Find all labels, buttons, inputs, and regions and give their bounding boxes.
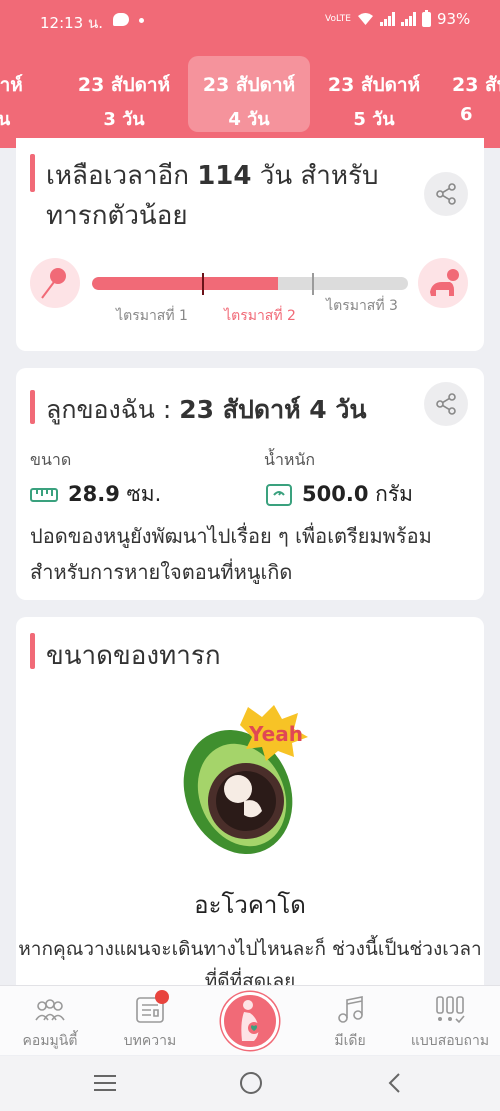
- avocado-illustration: Yeah: [183, 705, 308, 855]
- fruit-name: อะโวคาโด: [194, 891, 306, 919]
- week-tab[interactable]: 23 สัปดาห์ 3 วัน: [63, 56, 185, 132]
- share-icon: [436, 393, 456, 415]
- baby-crawling-icon: [418, 258, 468, 308]
- week-tab-day: 5 วัน: [353, 109, 395, 130]
- weight-measure: 500.0 กรัม: [266, 478, 413, 511]
- status-time: 12:13 น.: [40, 14, 104, 32]
- week-tab[interactable]: ปดาห์ วัน: [0, 56, 60, 132]
- week-tab-week: 23 สัป: [452, 74, 500, 96]
- week-tab-week: ปดาห์: [0, 74, 23, 96]
- countdown-card: เหลือเวลาอีก 114 วัน สำหรับทารกตัวน้อย ไ…: [16, 138, 484, 351]
- system-navigation-bar: [0, 1056, 500, 1111]
- conception-icon: [30, 258, 80, 308]
- size-measure: 28.9 ซม.: [30, 478, 161, 511]
- my-baby-title: ลูกของฉัน : 23 สัปดาห์ 4 วัน: [46, 390, 367, 430]
- countdown-title: เหลือเวลาอีก 114 วัน สำหรับทารกตัวน้อย: [46, 156, 416, 236]
- trimester-3-label: ไตรมาสที่ 3: [326, 298, 398, 314]
- my-baby-title-age: 23 สัปดาห์ 4 วัน: [179, 395, 367, 424]
- nav-community-label: คอมมูนิตี้: [22, 1033, 78, 1049]
- signal-icon-2: [400, 12, 416, 26]
- my-baby-title-prefix: ลูกของฉัน :: [46, 395, 172, 424]
- week-tab-week: 23 สัปดาห์: [77, 74, 171, 96]
- article-icon: [133, 990, 169, 1026]
- nav-community[interactable]: คอมมูนิตี้: [0, 994, 100, 1052]
- back-icon[interactable]: [382, 1070, 408, 1096]
- week-tab-active[interactable]: 23 สัปดาห์ 4 วัน: [188, 56, 310, 132]
- chat-notification-icon: [113, 13, 129, 26]
- nav-media-label: มีเดีย: [334, 1033, 366, 1049]
- music-note-icon: [333, 994, 367, 1026]
- trimester-marker-current: [202, 273, 204, 295]
- nav-survey[interactable]: แบบสอบถาม: [400, 994, 500, 1052]
- nav-survey-label: แบบสอบถาม: [410, 1033, 490, 1049]
- accent-bar: [30, 390, 35, 424]
- pregnant-woman-icon: [241, 1000, 260, 1041]
- accent-bar: [30, 633, 35, 669]
- scale-icon: [266, 483, 292, 506]
- share-button[interactable]: [424, 172, 468, 216]
- nav-articles[interactable]: บทความ: [100, 990, 200, 1052]
- countdown-prefix: เหลือเวลาอีก: [46, 161, 189, 191]
- my-baby-card: ลูกของฉัน : 23 สัปดาห์ 4 วัน ขนาด น้ำหนั…: [16, 368, 484, 600]
- yeah-text: Yeah: [248, 722, 303, 746]
- week-tab-week: 23 สัปดาห์: [327, 74, 421, 96]
- week-tab-day: 4 วัน: [228, 109, 270, 130]
- pregnancy-home-button[interactable]: [221, 992, 279, 1050]
- countdown-days: 114: [197, 161, 252, 191]
- accent-bar: [30, 154, 35, 192]
- notification-badge: [155, 990, 169, 1004]
- nav-articles-label: บทความ: [123, 1033, 177, 1049]
- baby-size-title: ขนาดของทารก: [46, 641, 221, 671]
- ruler-icon: [30, 487, 58, 502]
- community-icon: [33, 994, 67, 1026]
- week-tab[interactable]: 23 สัปดาห์ 5 วัน: [313, 56, 435, 132]
- battery-percent: 93%: [436, 10, 471, 28]
- weight-value: 500.0: [302, 482, 369, 506]
- size-label: ขนาด: [30, 450, 72, 469]
- battery-icon: [421, 9, 431, 27]
- volte-icon: VoLTE: [325, 13, 351, 24]
- week-tab-day: 6: [460, 104, 473, 125]
- week-tab-week: 23 สัปดาห์: [202, 74, 296, 96]
- development-description: ปอดของหนูยังพัฒนาไปเรื่อย ๆ เพื่อเตรียมพ…: [30, 524, 432, 584]
- week-selector: ปดาห์ วัน 23 สัปดาห์ 3 วัน 23 สัปดาห์ 4 …: [0, 44, 500, 148]
- status-bar: 12:13 น. VoLTE 93%: [0, 0, 500, 44]
- share-icon: [436, 183, 456, 205]
- weight-label: น้ำหนัก: [264, 450, 316, 469]
- week-tab-day: วัน: [0, 109, 11, 130]
- baby-size-card: ขนาดของทารก Yeah อะโวคาโด หากคุณวางแผนจะ…: [16, 617, 484, 997]
- size-unit: ซม.: [126, 482, 162, 506]
- home-icon[interactable]: [238, 1070, 264, 1096]
- trimester-1-label: ไตรมาสที่ 1: [116, 308, 188, 324]
- notification-dot-icon: [139, 18, 144, 23]
- nav-media[interactable]: มีเดีย: [300, 994, 400, 1052]
- survey-icon: [433, 994, 467, 1026]
- trimester-marker: [312, 273, 314, 295]
- share-button[interactable]: [424, 382, 468, 426]
- weight-unit: กรัม: [375, 482, 413, 506]
- size-value: 28.9: [68, 482, 120, 506]
- week-tab[interactable]: 23 สัป 6: [438, 56, 500, 132]
- system-icons: VoLTE 93%: [325, 9, 471, 28]
- recent-apps-icon[interactable]: [92, 1070, 118, 1096]
- signal-icon-1: [379, 12, 395, 26]
- wifi-icon: [357, 13, 373, 25]
- pregnancy-progress-bar: [92, 277, 408, 290]
- progress-fill: [92, 277, 279, 290]
- week-tab-day: 3 วัน: [103, 109, 145, 130]
- trimester-2-label: ไตรมาสที่ 2: [224, 308, 296, 324]
